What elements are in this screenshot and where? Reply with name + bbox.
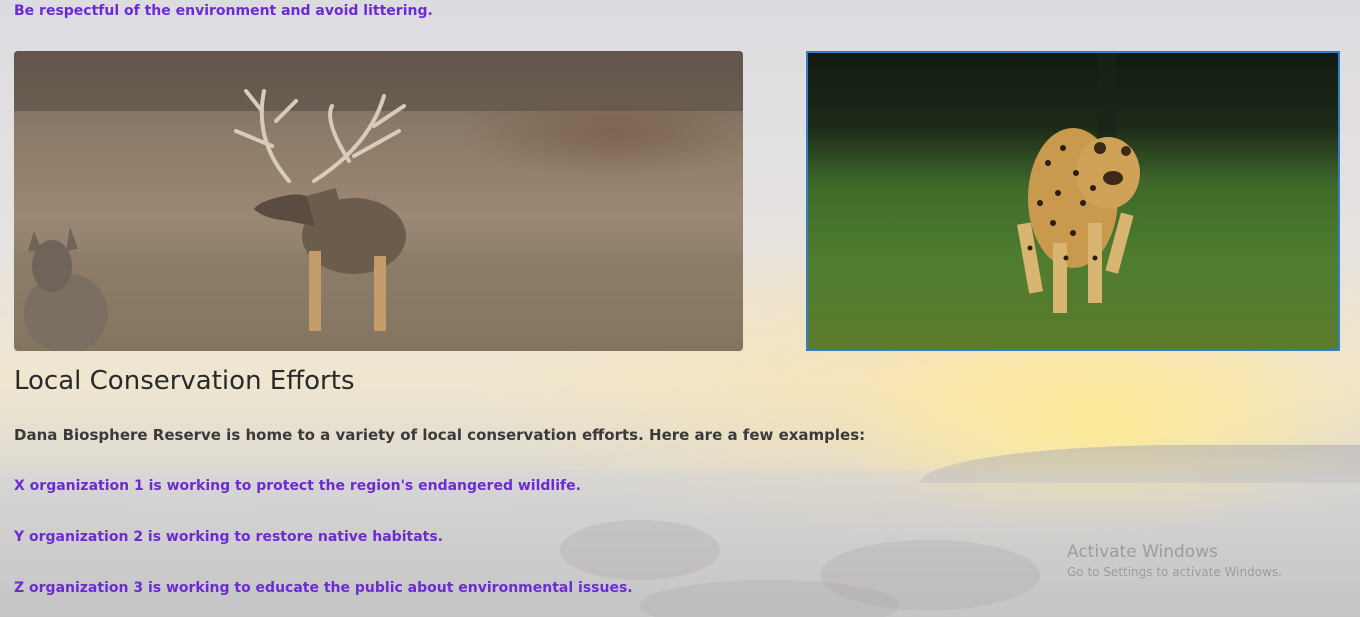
conservation-example: Y organization 2 is working to restore n… [14,529,443,545]
guideline-text: Be respectful of the environment and avo… [14,3,433,19]
conservation-example: X organization 1 is working to protect t… [14,478,581,494]
cheetah-photo [806,51,1340,351]
watermark-subtitle: Go to Settings to activate Windows. [1067,565,1282,579]
conservation-example: Z organization 3 is working to educate t… [14,580,633,596]
cheetah-illustration [1017,53,1140,313]
watermark-title: Activate Windows [1067,542,1218,562]
conservation-intro: Dana Biosphere Reserve is home to a vari… [14,426,866,444]
activate-windows-watermark: Activate Windows Go to Settings to activ… [1067,542,1282,579]
background-rock [560,520,720,580]
background-hills [920,445,1360,483]
deer-photo [14,51,743,351]
deer-illustration [14,51,743,351]
conservation-heading: Local Conservation Efforts [14,366,355,396]
